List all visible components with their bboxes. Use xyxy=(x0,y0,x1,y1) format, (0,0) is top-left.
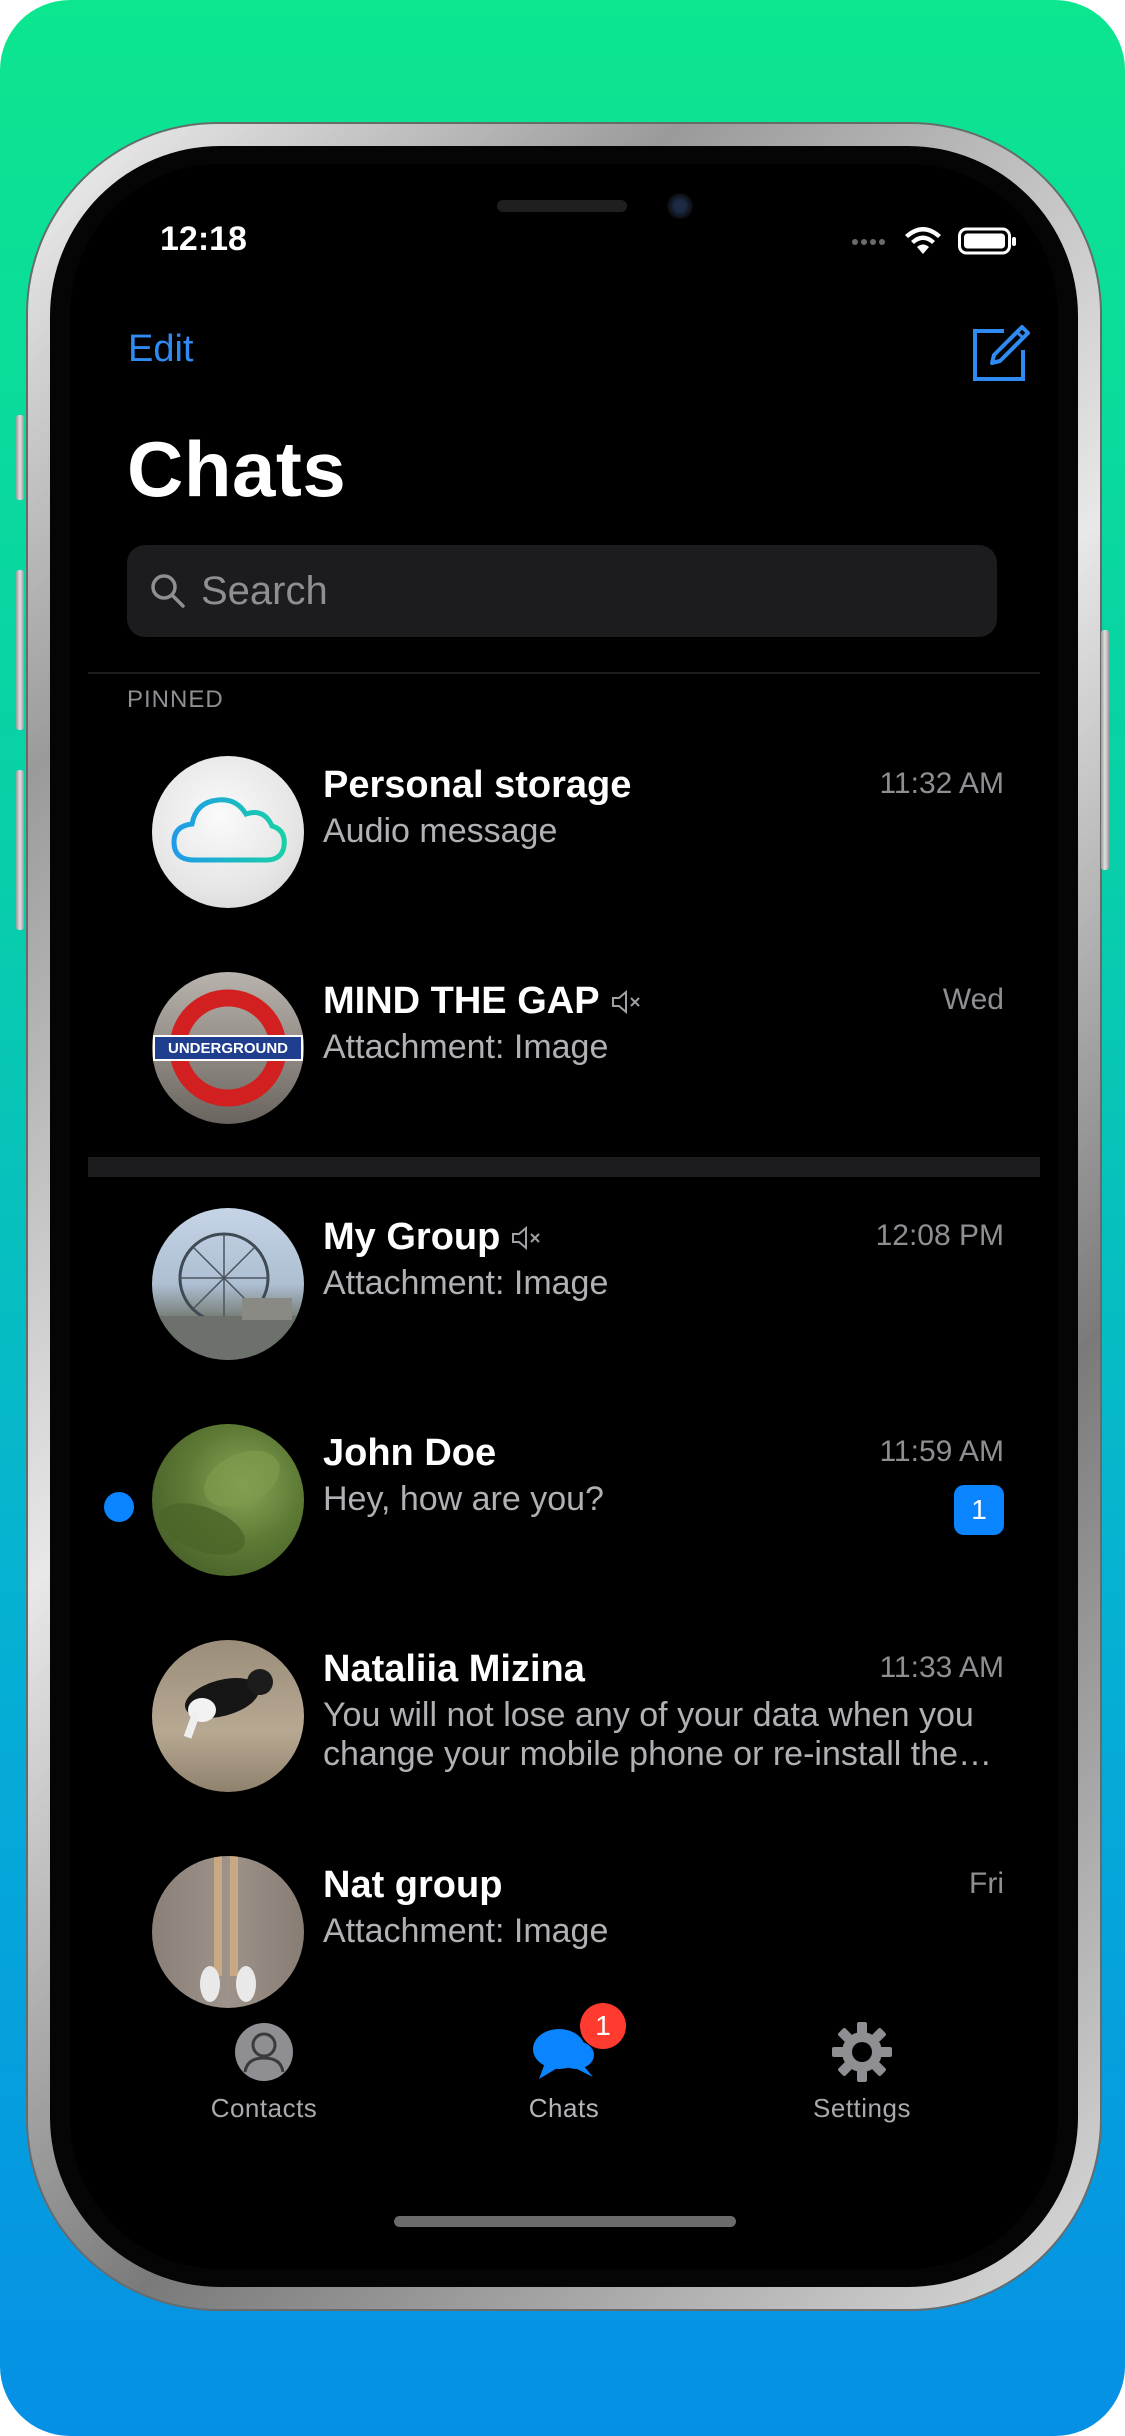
chat-row-personal-storage[interactable]: Personal storage Audio message 11:32 AM xyxy=(70,742,1058,922)
tab-badge: 1 xyxy=(580,2003,626,2049)
tab-chats[interactable]: 1 Chats xyxy=(454,2003,674,2124)
avatar: UNDERGROUND xyxy=(152,972,304,1124)
app-screen: 12:18 Edit Chats Search PINNED Personal … xyxy=(70,164,1058,2269)
chat-preview: Hey, how are you? xyxy=(323,1480,604,1518)
avatar xyxy=(152,756,304,908)
underground-roundel: UNDERGROUND xyxy=(153,989,303,1107)
chat-time: 11:33 AM xyxy=(879,1651,1004,1684)
tab-bar: Contacts 1 Chats Settings xyxy=(70,2003,1058,2159)
pinned-section-label: PINNED xyxy=(127,686,224,713)
divider xyxy=(88,672,1040,674)
avatar xyxy=(152,1424,304,1576)
wifi-icon xyxy=(905,227,941,254)
chat-preview: Attachment: Image xyxy=(323,1264,609,1302)
chat-name: Nat group xyxy=(323,1864,503,1906)
tab-label: Chats xyxy=(528,2093,600,2123)
chat-time: Wed xyxy=(942,983,1004,1016)
leaf-photo xyxy=(159,1450,280,1555)
chat-row-mind-the-gap[interactable]: UNDERGROUND MIND THE GAP Attachment: Ima… xyxy=(70,958,1058,1138)
tab-label: Settings xyxy=(813,2093,911,2123)
speaker-grille xyxy=(497,200,627,212)
volume-up-button xyxy=(16,570,24,730)
search-icon xyxy=(151,574,185,608)
battery-icon xyxy=(958,227,1016,255)
gear-icon xyxy=(832,2022,892,2082)
svg-text:UNDERGROUND: UNDERGROUND xyxy=(168,1040,288,1057)
status-time: 12:18 xyxy=(160,220,247,258)
mute-icon xyxy=(611,989,640,1014)
avatar xyxy=(152,1640,304,1792)
volume-down-button xyxy=(16,770,24,930)
chat-time: Fri xyxy=(969,1867,1004,1900)
person-icon xyxy=(235,2023,293,2081)
chat-name: John Doe xyxy=(323,1432,497,1474)
shoes-photo xyxy=(200,1856,256,2002)
page-title: Chats xyxy=(127,425,347,513)
avatar xyxy=(152,1208,304,1360)
compose-icon[interactable] xyxy=(970,322,1032,384)
chat-time: 11:32 AM xyxy=(879,767,1004,800)
tab-contacts[interactable]: Contacts xyxy=(154,2019,374,2124)
status-indicators xyxy=(852,226,1018,256)
chat-name: MIND THE GAP xyxy=(323,980,642,1023)
chat-row-nat-group[interactable]: Nat group Attachment: Image Fri xyxy=(70,1842,1058,2022)
mute-icon xyxy=(512,1225,541,1250)
chat-name: Personal storage xyxy=(323,764,632,806)
ferris-wheel-photo xyxy=(152,1232,304,1360)
unread-count-badge: 1 xyxy=(954,1485,1004,1535)
home-indicator[interactable] xyxy=(394,2216,736,2227)
chat-name: Nataliia Mizina xyxy=(323,1648,585,1690)
chat-row-my-group[interactable]: My Group Attachment: Image 12:08 PM xyxy=(70,1194,1058,1374)
chat-row-john-doe[interactable]: John Doe Hey, how are you? 11:59 AM 1 xyxy=(70,1410,1058,1590)
search-placeholder: Search xyxy=(201,568,328,613)
signal-dots-icon xyxy=(852,232,888,250)
chat-time: 11:59 AM xyxy=(879,1435,1004,1468)
chat-preview: You will not lose any of your data when … xyxy=(323,1696,974,1773)
chat-preview: Attachment: Image xyxy=(323,1912,609,1950)
chat-name: My Group xyxy=(323,1216,542,1259)
chat-preview: Audio message xyxy=(323,812,558,850)
search-input[interactable]: Search xyxy=(127,545,997,637)
cat-photo xyxy=(183,1669,273,1739)
mute-switch xyxy=(16,415,24,500)
power-button xyxy=(1101,630,1109,870)
section-separator xyxy=(88,1157,1040,1177)
front-camera xyxy=(667,193,693,219)
tab-label: Contacts xyxy=(210,2093,318,2123)
edit-button[interactable]: Edit xyxy=(128,328,193,371)
chat-time: 12:08 PM xyxy=(875,1219,1004,1252)
unread-indicator xyxy=(104,1492,134,1522)
chat-row-nataliia-mizina[interactable]: Nataliia Mizina You will not lose any of… xyxy=(70,1626,1058,1806)
tab-settings[interactable]: Settings xyxy=(752,2019,972,2124)
cloud-icon xyxy=(171,797,287,863)
avatar xyxy=(152,1856,304,2008)
chat-preview: Attachment: Image xyxy=(323,1028,609,1066)
